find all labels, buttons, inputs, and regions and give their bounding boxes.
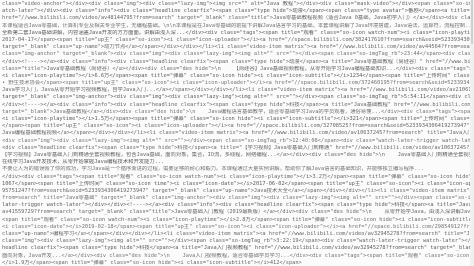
source-line: 全新第二套Java基础讲解，内容涵盖Java开发的方方面面。讲解由浅入深...<…	[2, 29, 472, 36]
scrollbar-thumb[interactable]	[471, 0, 473, 44]
source-line: target="_blank" class="img-anchor"><div …	[2, 94, 472, 101]
source-line: <i class="icon-playtime"></i>1.5万</span>…	[2, 116, 472, 122]
source-line: later-trigger watch-later"></div></div><…	[2, 202, 472, 209]
source-line: headline clearfix"><span class="type hid…	[2, 245, 472, 252]
source-line: class="title">Java零基础教程（尚硅谷）</a></div><d…	[2, 65, 472, 72]
source-line: </div><!----></a><div class="info"><div …	[2, 58, 472, 65]
vertical-scrollbar[interactable]	[470, 0, 474, 266]
source-line: class="img-anchor" target="_blank"><div …	[2, 51, 472, 58]
source-line: 本课程适合Java零基础，计算机专业及相关专业学生，无编程基础。\n\n本课程是…	[2, 22, 472, 29]
source-line: href="//www.bilibili.com/video/av4814479…	[2, 15, 472, 22]
source-line: 95751247?from=search&seid=52339343064192…	[2, 187, 472, 194]
source-line: class="up-name">编程学习</a></span></div></d…	[2, 231, 472, 237]
source-line: </span><span title="up主" class="so-icon"…	[2, 123, 470, 130]
source-line: 【学习视频】Java零基础入门到精通全套视频教程，包含Java基础，面向对象，集…	[2, 151, 472, 158]
page-source-viewer: class="video-anchor"></div><div class="i…	[0, 0, 474, 266]
source-line: Java编程基础教程视频</a></span></div></div></li>…	[2, 130, 472, 137]
source-line: 不要让人为的错误毁了你的成功，学习Java是一个循序渐进的过程，需要足够的耐心和…	[2, 166, 424, 173]
source-line: 在线学习Java开发技术，从零开始掌握Java编程技术和开发能力...	[2, 159, 165, 166]
source-line: </i>1.9万</span><span title="弹幕" class="s…	[2, 259, 302, 266]
source-line: 面向对象，Java开发...</a></div><div class="des …	[2, 252, 470, 259]
source-line: <div class="headline clearfix"><span cla…	[2, 144, 472, 151]
source-line: target="_blank">Java基础教程</a></div><div c…	[2, 108, 472, 115]
source-line: </div><!----></a><div class="info"><div …	[2, 101, 472, 108]
source-line: • 野生技术协会</span><span title="up主" class="…	[2, 80, 472, 87]
source-line: class="img"><div class="lazy-img"><img a…	[2, 238, 472, 245]
source-line: <span title="观看" class="so-icon watch-nu…	[2, 216, 472, 223]
source-line: <i class="icon-date"></i>2019-02-18</spa…	[2, 223, 472, 230]
page-source-text: class="video-anchor"></div><div class="i…	[2, 1, 472, 266]
source-line: av41559729?from=search" target="_blank" …	[2, 209, 472, 216]
source-line: from=search" title="Java零基础" target="_bl…	[2, 195, 472, 202]
source-line: atch-later"></div><div class="info"><div…	[2, 8, 472, 15]
source-line: 1067</span><span title="上传时间" class="so-…	[2, 180, 472, 187]
source-line: </div><div class="tags"><span title="观看"…	[2, 173, 472, 180]
source-line: 2017-04-17</span><span title="up主" class…	[2, 36, 472, 43]
source-line: <div class="img"><div class="lazy-img"><…	[2, 137, 472, 144]
source-line: target="_blank" class="up-name">动力节点</a>…	[2, 44, 472, 51]
source-line: Java学习入门，Java从零开始学习视频教程，自学Java入门...</a><…	[2, 87, 472, 94]
source-line: class="video-anchor"></div><div class="i…	[2, 1, 472, 7]
source-line: <i class="icon-playtime"></i>6.6万</span>…	[2, 72, 472, 79]
